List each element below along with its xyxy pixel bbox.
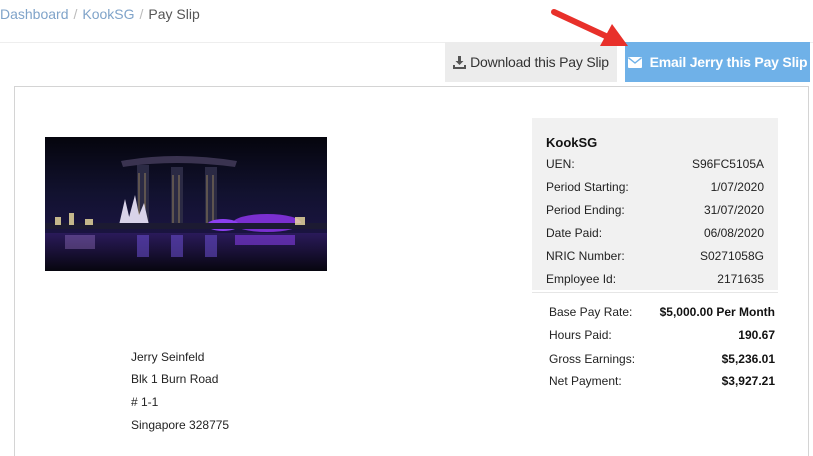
detail-row-employee-id: Employee Id: 2171635 — [546, 272, 764, 288]
detail-label: UEN: — [546, 157, 575, 171]
company-banner-image — [45, 137, 327, 271]
pay-divider — [532, 292, 778, 293]
detail-row-uen: UEN: S96FC5105A — [546, 157, 764, 173]
detail-row-nric: NRIC Number: S0271058G — [546, 249, 764, 265]
detail-value: S0271058G — [699, 249, 764, 263]
envelope-icon — [627, 56, 642, 68]
employee-name: Jerry Seinfeld — [131, 350, 205, 364]
detail-value: 06/08/2020 — [703, 226, 764, 240]
breadcrumb-separator: / — [139, 6, 144, 22]
detail-row-period-end: Period Ending: 31/07/2020 — [546, 203, 764, 219]
pay-value: $5,000.00 Per Month — [659, 305, 775, 319]
detail-label: Employee Id: — [546, 272, 617, 286]
pay-row-net: Net Payment: $3,927.21 — [549, 374, 775, 390]
pay-label: Net Payment: — [549, 374, 622, 388]
pay-value: $5,236.01 — [721, 352, 775, 366]
breadcrumb-separator: / — [73, 6, 78, 22]
detail-row-date-paid: Date Paid: 06/08/2020 — [546, 226, 764, 242]
detail-value: 2171635 — [717, 272, 764, 286]
email-payslip-button[interactable]: Email Jerry this Pay Slip — [625, 42, 810, 82]
pay-value: $3,927.21 — [721, 374, 775, 388]
company-details-panel: KookSG UEN: S96FC5105A Period Starting: … — [532, 118, 778, 290]
detail-label: Period Starting: — [546, 180, 629, 194]
breadcrumb-current: Pay Slip — [148, 6, 200, 22]
download-icon — [453, 55, 467, 69]
pay-row-gross: Gross Earnings: $5,236.01 — [549, 352, 775, 368]
detail-label: NRIC Number: — [546, 249, 625, 263]
breadcrumb-dashboard[interactable]: Dashboard — [0, 6, 69, 22]
detail-value: 31/07/2020 — [703, 203, 764, 217]
pay-label: Hours Paid: — [549, 328, 612, 342]
detail-value: S96FC5105A — [691, 157, 764, 171]
detail-label: Period Ending: — [546, 203, 625, 217]
detail-value: 1/07/2020 — [710, 180, 764, 194]
company-name: KookSG — [546, 135, 598, 150]
employee-address-line: # 1-1 — [131, 395, 159, 409]
breadcrumb: Dashboard / KookSG / Pay Slip — [0, 5, 200, 23]
pay-row-hours: Hours Paid: 190.67 — [549, 328, 775, 344]
pay-label: Base Pay Rate: — [549, 305, 633, 319]
detail-row-period-start: Period Starting: 1/07/2020 — [546, 180, 764, 196]
pay-value: 190.67 — [738, 328, 775, 342]
email-payslip-label: Email Jerry this Pay Slip — [649, 54, 808, 70]
pay-row-base-rate: Base Pay Rate: $5,000.00 Per Month — [549, 305, 775, 321]
employee-address-line: Blk 1 Burn Road — [131, 372, 219, 386]
annotation-arrow-icon — [551, 9, 628, 46]
employee-address-line: Singapore 328775 — [131, 418, 230, 432]
download-payslip-label: Download this Pay Slip — [470, 54, 609, 70]
pay-label: Gross Earnings: — [549, 352, 636, 366]
breadcrumb-kooksg[interactable]: KookSG — [82, 6, 134, 22]
detail-label: Date Paid: — [546, 226, 603, 240]
